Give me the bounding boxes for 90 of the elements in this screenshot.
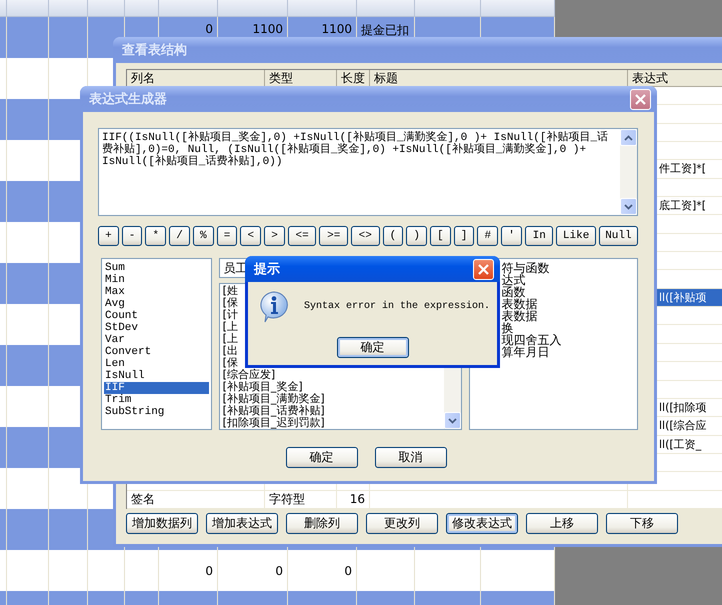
close-icon [634, 92, 647, 106]
list-item[interactable]: 现四舍五入 [502, 334, 635, 346]
info-icon [258, 290, 290, 323]
list-item[interactable]: 换 [502, 322, 635, 334]
table-cell: 提金已扣 [361, 22, 409, 39]
operator-button[interactable]: + [98, 226, 119, 246]
operator-button[interactable]: In [524, 226, 554, 246]
operator-button[interactable]: <= [288, 226, 316, 246]
table-cell: 1100 [252, 22, 283, 36]
list-item[interactable]: SubString [104, 406, 209, 418]
operator-button[interactable]: # [477, 226, 498, 246]
expression-input[interactable]: IIF((IsNull([补贴项目_奖金],0) +IsNull([补贴项目_满勤奖金],0 )+ IsNull([补贴项目_话费补贴],0)=0, Null, (IsNull([补贴项目_奖金],0) +IsNull([补贴项目_满勤奖金],0 )+ IsNull([补贴项目_话费补贴],0)) [98, 128, 638, 216]
action-button[interactable]: 修改表达式 [446, 512, 518, 534]
chevron-up-icon [624, 134, 633, 140]
operator-button[interactable]: ) [406, 226, 427, 246]
operator-button[interactable]: > [264, 226, 285, 246]
close-button[interactable] [473, 258, 494, 280]
table-cell: 底工资]*[ [659, 199, 706, 212]
table-cell: 签名 [131, 492, 155, 506]
action-button[interactable]: 删除列 [286, 512, 358, 534]
operator-button[interactable]: >= [319, 226, 348, 246]
list-item[interactable]: Var [104, 334, 209, 346]
action-button[interactable]: 下移 [606, 512, 678, 534]
list-item[interactable]: [补贴项目_满勤奖金] [222, 393, 441, 405]
chevron-down-icon [624, 204, 633, 210]
operator-button[interactable]: / [169, 226, 190, 246]
list-item[interactable]: Len [104, 358, 209, 370]
list-item[interactable]: Trim [104, 394, 209, 406]
list-item[interactable]: 函数 [502, 286, 635, 298]
dialog-button[interactable]: 确定 [286, 447, 358, 468]
list-item[interactable]: IIF [104, 382, 209, 394]
list-item[interactable]: Count [104, 310, 209, 322]
list-item[interactable]: Sum [104, 262, 209, 274]
action-button[interactable]: 增加数据列 [126, 512, 198, 534]
table-cell: 1100 [321, 22, 352, 36]
table-cell: 0 [205, 564, 213, 578]
dialog-button[interactable]: 取消 [374, 447, 446, 468]
operator-button[interactable]: ( [382, 226, 404, 246]
list-item[interactable]: Convert [104, 346, 209, 358]
list-item[interactable]: [综合应发] [222, 369, 441, 381]
list-item[interactable]: 表数据 [502, 310, 635, 322]
action-button[interactable]: 上移 [526, 512, 598, 534]
table-cell: 0 [275, 564, 283, 578]
close-icon [477, 262, 490, 276]
operator-button[interactable]: - [122, 226, 142, 246]
list-item[interactable]: Min [104, 274, 209, 286]
operator-button[interactable]: ' [501, 226, 522, 246]
window-title: 表达式生成器 [89, 91, 167, 108]
list-item[interactable]: StDev [104, 322, 209, 334]
table-cell: 0 [205, 22, 213, 36]
operator-button[interactable]: <> [350, 226, 380, 246]
list-item[interactable]: 算年月日 [502, 346, 635, 358]
list-item[interactable]: IsNull [104, 370, 209, 382]
table-cell: ll([扣除项 [659, 400, 707, 414]
window-title: 提示 [254, 261, 280, 278]
close-button[interactable] [630, 88, 651, 110]
operator-button[interactable]: [ [430, 226, 451, 246]
operator-button[interactable]: Null [598, 226, 638, 246]
action-button[interactable]: 更改列 [366, 512, 438, 534]
list-item[interactable]: [补贴项目_奖金] [222, 381, 441, 393]
scroll-down-button[interactable] [620, 198, 637, 215]
table-cell: 0 [344, 564, 352, 578]
list-item[interactable]: [扣除项目_迟到罚款] [222, 417, 441, 429]
list-item[interactable]: 达式 [502, 274, 635, 286]
list-item[interactable]: 表数据 [502, 298, 635, 310]
table-cell: ll([工资_ [659, 438, 702, 451]
action-button[interactable]: 增加表达式 [206, 512, 278, 534]
table-cell: ll([综合应 [659, 419, 707, 432]
window-title: 查看表结构 [122, 42, 187, 59]
scroll-down-button[interactable] [444, 412, 461, 429]
table-cell: 字符型 [269, 492, 305, 506]
table-row[interactable]: 签名 字符型 16 [127, 490, 722, 509]
scrollbar[interactable] [620, 129, 637, 215]
operator-button[interactable]: ] [454, 226, 474, 246]
ok-button[interactable]: 确定 [336, 337, 408, 358]
operator-button[interactable]: * [145, 226, 166, 246]
operator-button[interactable]: % [192, 226, 214, 246]
table-cell: 16 [350, 492, 365, 506]
function-list[interactable]: Sum Min Max Avg Count StDev Var Convert Len IsNull IIF Trim SubString [101, 258, 212, 430]
list-item[interactable]: [补贴项目_话费补贴] [222, 405, 441, 417]
list-item[interactable]: Max [104, 286, 209, 298]
list-item[interactable]: 符与函数 [502, 262, 635, 274]
chevron-down-icon [448, 418, 457, 424]
table-cell: ll([补贴项 [659, 290, 707, 304]
scroll-up-button[interactable] [620, 129, 637, 146]
operator-button[interactable]: < [240, 226, 262, 246]
operator-button[interactable]: = [216, 226, 238, 246]
operator-button[interactable]: Like [556, 226, 596, 246]
table-cell: 件工资]*[ [659, 162, 706, 176]
list-item[interactable]: Avg [104, 298, 209, 310]
